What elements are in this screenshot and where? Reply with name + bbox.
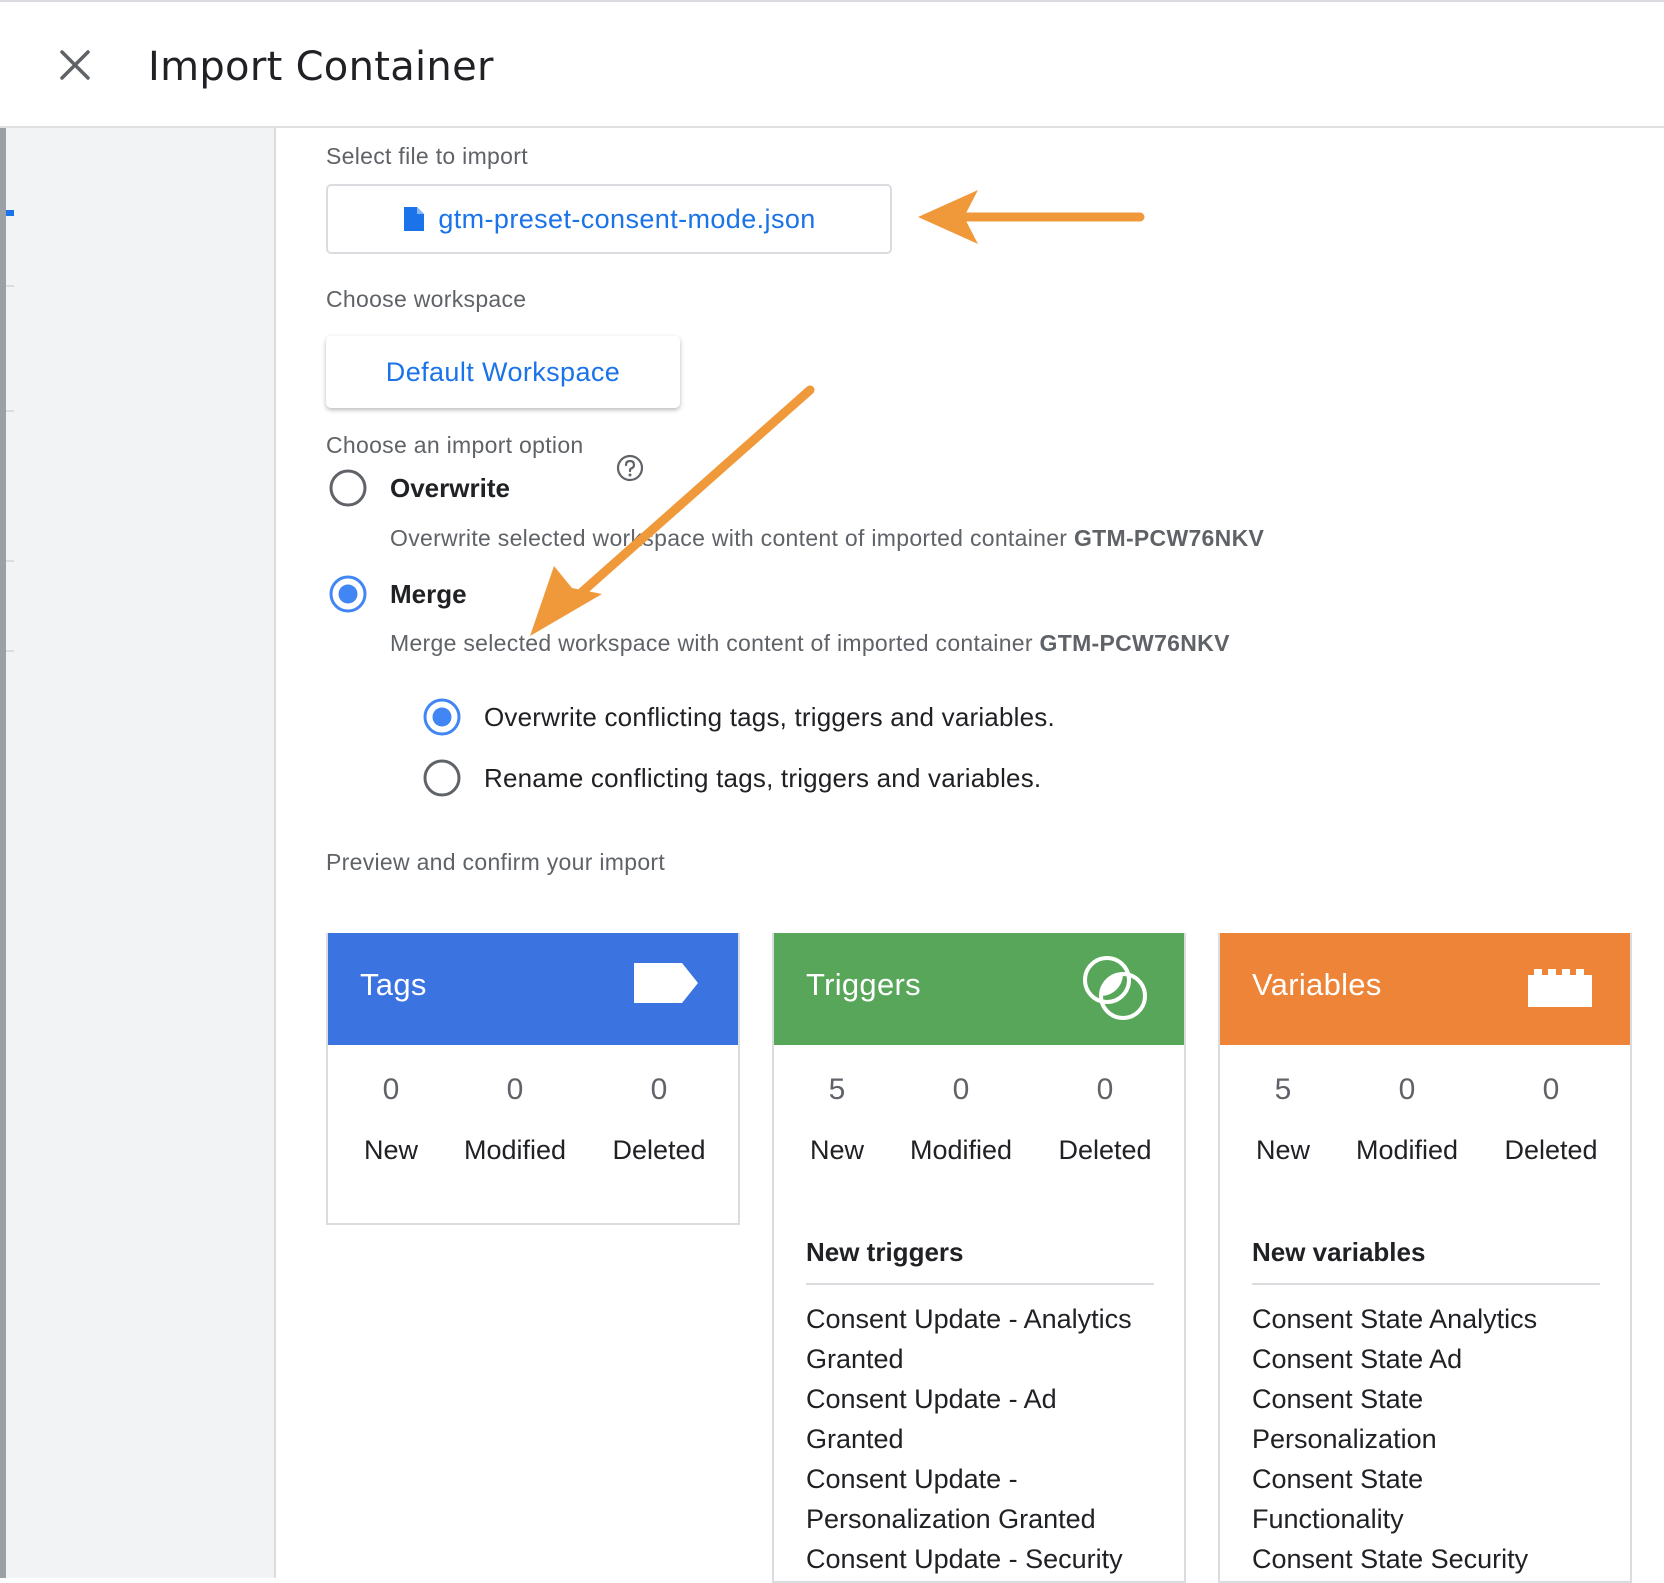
variables-list-title: New variables xyxy=(1252,1237,1426,1267)
tags-deleted-count: 0 xyxy=(650,1073,668,1106)
triggers-card: Triggers 5 New 0 Modified 0 Deleted New tri… xyxy=(772,933,1186,1583)
list-item: Functionality xyxy=(1252,1504,1404,1534)
radio-unchecked-icon xyxy=(423,759,461,797)
sidebar-divider xyxy=(6,285,14,287)
triggers-new-count: 5 xyxy=(828,1073,846,1106)
list-item: Consent State Security xyxy=(1252,1544,1529,1574)
variables-list-divider xyxy=(1252,1283,1600,1285)
select-file-button[interactable]: gtm-preset-consent-mode.json xyxy=(326,184,892,254)
list-item: Consent Update - Analytics xyxy=(806,1304,1132,1334)
tags-new-label: New xyxy=(363,1135,418,1165)
variables-modified-label: Modified xyxy=(1355,1135,1459,1165)
list-item: Personalization Granted xyxy=(806,1504,1096,1534)
trigger-icon xyxy=(1083,956,1147,1020)
tags-modified-count: 0 xyxy=(506,1073,524,1106)
sidebar-divider xyxy=(6,650,14,652)
import-form: Select file to import gtm-preset-consent… xyxy=(276,128,1664,1583)
triggers-card-title: Triggers xyxy=(806,967,921,1002)
rename-conflicting-label: Rename conflicting tags, triggers and va… xyxy=(484,763,1042,793)
variable-icon xyxy=(1528,969,1592,1007)
list-item: Personalization xyxy=(1252,1424,1437,1454)
triggers-modified-count: 0 xyxy=(952,1073,970,1106)
radio-checked-icon xyxy=(329,575,367,613)
triggers-stats: 5 New 0 Modified 0 Deleted xyxy=(774,1045,1184,1217)
file-icon xyxy=(404,207,425,231)
list-item: Consent State xyxy=(1252,1464,1424,1494)
triggers-list-title: New triggers xyxy=(806,1237,964,1267)
variables-modified-count: 0 xyxy=(1398,1073,1416,1106)
triggers-deleted-label: Deleted xyxy=(1058,1135,1152,1165)
overwrite-container-id: GTM-PCW76NKV xyxy=(1073,525,1265,551)
variables-deleted-count: 0 xyxy=(1542,1073,1560,1106)
triggers-deleted-count: 0 xyxy=(1096,1073,1114,1106)
list-item: Consent Update - xyxy=(806,1464,1018,1494)
rename-conflicting-radio[interactable] xyxy=(422,758,462,798)
header-top-border xyxy=(0,0,1664,2)
tags-card-header: Tags xyxy=(328,933,738,1045)
triggers-list-divider xyxy=(806,1283,1154,1285)
overwrite-title: Overwrite xyxy=(390,473,510,503)
list-item: Consent State Analytics xyxy=(1252,1304,1538,1334)
variables-new-label: New xyxy=(1255,1135,1310,1165)
overwrite-desc-text: Overwrite selected workspace with conten… xyxy=(390,525,1074,551)
merge-radio[interactable] xyxy=(328,574,368,614)
triggers-new-label: New xyxy=(809,1135,864,1165)
overwrite-conflicting-label: Overwrite conflicting tags, triggers and… xyxy=(484,702,1055,732)
variables-card-title: Variables xyxy=(1252,967,1382,1002)
overwrite-description: Overwrite selected workspace with conten… xyxy=(390,525,1264,552)
tags-card-title: Tags xyxy=(360,967,427,1002)
merge-container-id: GTM-PCW76NKV xyxy=(1039,630,1230,656)
help-button[interactable] xyxy=(616,454,644,487)
list-item: Granted xyxy=(806,1424,904,1454)
radio-unchecked-icon xyxy=(329,469,367,507)
overwrite-radio[interactable] xyxy=(328,468,368,508)
background-sidebar xyxy=(6,128,276,1578)
tags-modified-label: Modified xyxy=(463,1135,567,1165)
new-triggers-list: Consent Update - Analytics Granted Conse… xyxy=(806,1299,1166,1579)
list-item: Consent State xyxy=(1252,1384,1424,1414)
import-option-label: Choose an import option xyxy=(326,432,584,458)
tags-card: Tags 0 New 0 Modified 0 Deleted xyxy=(326,933,740,1225)
merge-desc-text: Merge selected workspace with content of… xyxy=(390,630,1040,656)
sidebar-accent xyxy=(6,210,14,216)
file-name: gtm-preset-consent-mode.json xyxy=(438,203,816,234)
new-variables-list: Consent State Analytics Consent State Ad… xyxy=(1252,1299,1612,1579)
close-icon xyxy=(60,50,90,80)
triggers-modified-label: Modified xyxy=(909,1135,1013,1165)
overwrite-conflicting-radio[interactable] xyxy=(422,697,462,737)
help-icon xyxy=(616,454,644,482)
list-item: Consent Update - Ad xyxy=(806,1384,1057,1414)
list-item: Consent State Ad xyxy=(1252,1344,1463,1374)
variables-new-count: 5 xyxy=(1274,1073,1292,1106)
sidebar-divider xyxy=(6,560,14,562)
file-label: Select file to import xyxy=(326,143,528,169)
list-item: Granted xyxy=(806,1344,904,1374)
tags-deleted-label: Deleted xyxy=(612,1135,706,1165)
close-button[interactable] xyxy=(50,40,100,90)
choose-workspace-button[interactable]: Default Workspace xyxy=(326,336,680,408)
page-title: Import Container xyxy=(148,44,494,90)
workspace-label: Choose workspace xyxy=(326,286,527,312)
variables-stats: 5 New 0 Modified 0 Deleted xyxy=(1220,1045,1630,1217)
variables-deleted-label: Deleted xyxy=(1504,1135,1598,1165)
radio-checked-icon xyxy=(423,698,461,736)
sidebar-divider xyxy=(6,410,14,412)
variables-card-header: Variables xyxy=(1220,933,1630,1045)
tags-new-count: 0 xyxy=(382,1073,400,1106)
list-item: Consent Update - Security xyxy=(806,1544,1123,1574)
dialog-header: Import Container xyxy=(0,0,1664,128)
tag-icon xyxy=(634,963,698,1003)
triggers-card-header: Triggers xyxy=(774,933,1184,1045)
workspace-name: Default Workspace xyxy=(385,356,621,387)
preview-label: Preview and confirm your import xyxy=(326,849,666,875)
merge-title: Merge xyxy=(390,579,467,609)
merge-description: Merge selected workspace with content of… xyxy=(390,630,1230,657)
tags-stats: 0 New 0 Modified 0 Deleted xyxy=(328,1045,738,1217)
variables-card: Variables 5 New 0 Modified 0 Deleted New va… xyxy=(1218,933,1632,1583)
